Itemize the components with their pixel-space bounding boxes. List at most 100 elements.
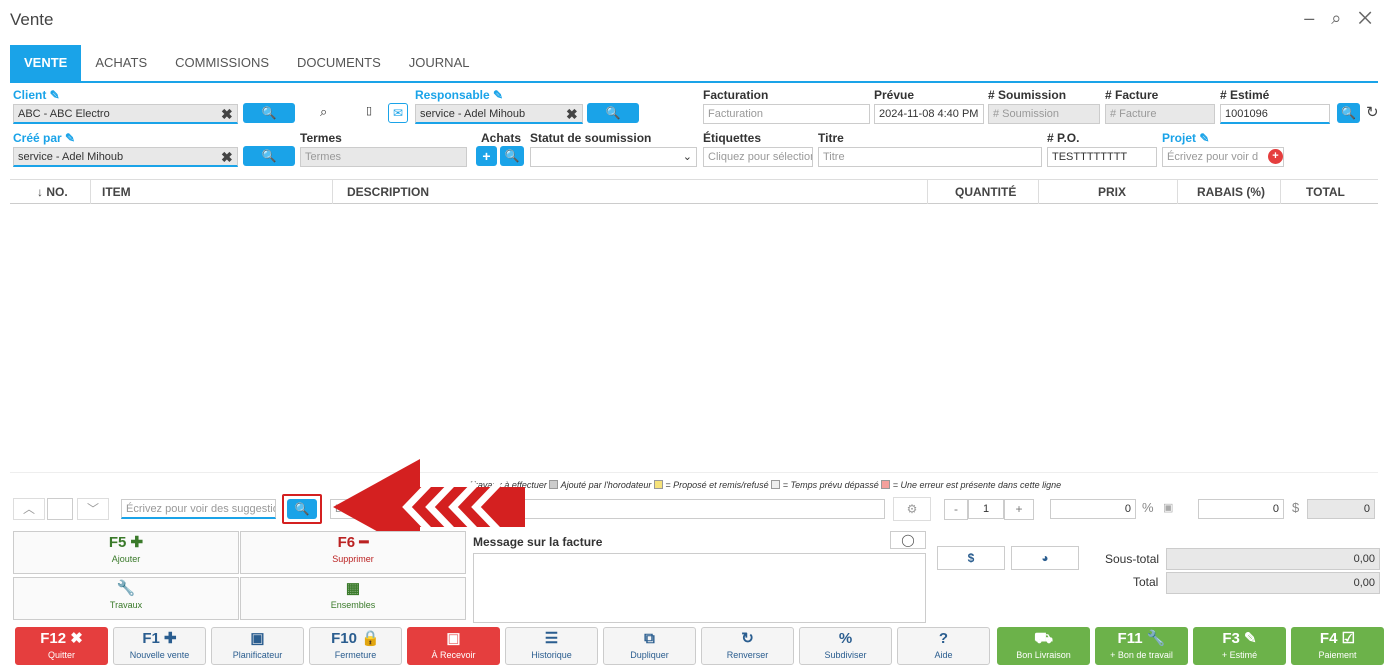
termes-field[interactable]: Termes [300,147,467,167]
estime-field[interactable]: 1001096 [1220,104,1330,124]
statut-select[interactable]: ⌄ [530,147,697,167]
po-field[interactable]: TESTTTTTTTT [1047,147,1157,167]
line-total-field: 0 [1307,499,1375,519]
delivery-note-button[interactable]: ⛟ Bon Livraison [997,627,1090,665]
dollar-icon: $ [1292,500,1300,515]
search-cree-par-button[interactable]: 🔍 [243,146,295,166]
prevue-field[interactable]: 2024-11-08 4:40 PM [874,104,984,124]
move-up-button[interactable]: ︿ [13,498,45,520]
facture-field[interactable]: # Facture [1105,104,1215,124]
tab-vente[interactable]: VENTE [10,45,82,81]
search-achat-button[interactable]: 🔍 [500,146,524,166]
window-title: Vente [10,10,54,29]
item-search-input[interactable]: Écrivez pour voir des suggestions [121,499,276,519]
search-item-button[interactable]: 🔍 [287,499,317,519]
add-line-button[interactable]: F5 ✚ Ajouter [13,531,239,574]
col-rabais[interactable]: RABAIS (%) [1197,185,1265,199]
window-controls[interactable]: – ⌕ ✕ [1304,8,1378,29]
search-responsable-button[interactable]: 🔍 [587,103,639,123]
payment-button[interactable]: F4 ☑ Paiement [1291,627,1384,665]
responsable-label[interactable]: Responsable ✎ [415,88,503,102]
add-projet-icon[interactable]: + [1268,149,1283,164]
duplicate-button[interactable]: ⧉ Dupliquer [603,627,696,665]
soumission-field[interactable]: # Soumission [988,104,1100,124]
search-client-button[interactable]: 🔍 [243,103,295,123]
qty-field[interactable]: 1 [968,499,1004,519]
total-field: 0,00 [1166,572,1380,594]
col-item[interactable]: ITEM [102,185,131,199]
responsable-field[interactable]: service - Adel Mihoub [415,104,583,124]
tab-documents[interactable]: DOCUMENTS [283,45,395,81]
titre-field[interactable]: Titre [818,147,1042,167]
col-description[interactable]: DESCRIPTION [347,185,429,199]
titre-label: Titre [818,131,844,145]
dollar-button[interactable]: $ [937,546,1005,570]
tab-commissions[interactable]: COMMISSIONS [161,45,283,81]
col-no[interactable]: ↓ NO. [37,185,68,199]
settings-gear-icon[interactable]: ⚙ [893,497,931,521]
calendar-icon: ▣ [250,630,265,647]
achats-label: Achats [481,131,522,145]
facture-label: # Facture [1105,88,1159,102]
sous-total-field: 0,00 [1166,548,1380,570]
client-field[interactable]: ABC - ABC Electro [13,104,238,124]
price-field[interactable]: 0 [1198,499,1284,519]
qty-plus-button[interactable]: + [1004,499,1034,520]
projet-label[interactable]: Projet ✎ [1162,131,1209,145]
etiquettes-field[interactable]: Cliquez pour sélection [703,147,813,167]
cash-icon[interactable]: ▣ [1163,501,1173,514]
clear-responsable-icon[interactable]: ✖ [566,106,578,123]
estimate-button[interactable]: F3 ✎ + Estimé [1193,627,1286,665]
travaux-button[interactable]: 🔧 Travaux [13,577,239,620]
new-sale-button[interactable]: F1 ✚ Nouvelle vente [113,627,206,665]
facturation-label: Facturation [703,88,769,102]
wrench-icon: 🔧 [116,580,136,597]
grid-icon: ▦ [345,580,361,597]
col-prix[interactable]: PRIX [1098,185,1126,199]
po-label: # P.O. [1047,131,1080,145]
pie-chart-icon[interactable]: ◕ [1011,546,1079,570]
soumission-label: # Soumission [988,88,1067,102]
phone-icon[interactable]: ▯ [366,104,372,117]
binoculars-icon[interactable]: ⌕ [320,104,327,120]
table-bottom-border [10,472,1378,473]
quit-button[interactable]: F12 ✖ Quitter [15,627,108,665]
tab-achats[interactable]: ACHATS [81,45,161,81]
refresh-icon[interactable]: ↻ [1366,103,1379,121]
estime-label: # Estimé [1220,88,1270,102]
cree-par-label[interactable]: Créé par ✎ [13,131,75,145]
clear-cree-par-icon[interactable]: ✖ [221,149,233,166]
col-total[interactable]: TOTAL [1306,185,1345,199]
list-icon: ☰ [544,630,559,647]
client-label[interactable]: Client ✎ [13,88,60,102]
percent-icon[interactable]: % [1142,500,1154,515]
work-order-button[interactable]: F11 🔧 + Bon de travail [1095,627,1188,665]
delete-line-button[interactable]: F6 ━ Supprimer [240,531,466,574]
tab-journal[interactable]: JOURNAL [395,45,484,81]
close-sale-button[interactable]: F10 🔒 Fermeture [309,627,402,665]
discount-field[interactable]: 0 [1050,499,1136,519]
subdivide-button[interactable]: % Subdiviser [799,627,892,665]
planner-button[interactable]: ▣ Planificateur [211,627,304,665]
move-down-button[interactable]: ﹀ [77,498,109,520]
col-quantite[interactable]: QUANTITÉ [955,185,1016,199]
receivable-button[interactable]: ▣ À Recevoir [407,627,500,665]
search-estime-button[interactable]: 🔍 [1337,103,1360,123]
projet-field[interactable]: Écrivez pour voir d [1162,147,1284,167]
message-label: Message sur la facture [473,535,603,549]
reverse-button[interactable]: ↻ Renverser [701,627,794,665]
history-button[interactable]: ☰ Historique [505,627,598,665]
facturation-field[interactable]: Facturation [703,104,870,124]
ensembles-button[interactable]: ▦ Ensembles [240,577,466,620]
help-button[interactable]: ? Aide [897,627,990,665]
comment-icon[interactable]: ◯ [890,531,926,549]
message-textarea[interactable] [473,553,926,623]
line-number-field[interactable] [47,498,73,520]
cree-par-field[interactable]: service - Adel Mihoub [13,147,238,167]
email-icon[interactable]: ✉ [388,103,408,123]
clear-client-icon[interactable]: ✖ [221,106,233,123]
sous-total-label: Sous-total [1105,552,1160,566]
add-achat-button[interactable]: + [476,146,497,166]
refresh-icon: ↻ [741,630,754,647]
qty-minus-button[interactable]: - [944,499,968,520]
